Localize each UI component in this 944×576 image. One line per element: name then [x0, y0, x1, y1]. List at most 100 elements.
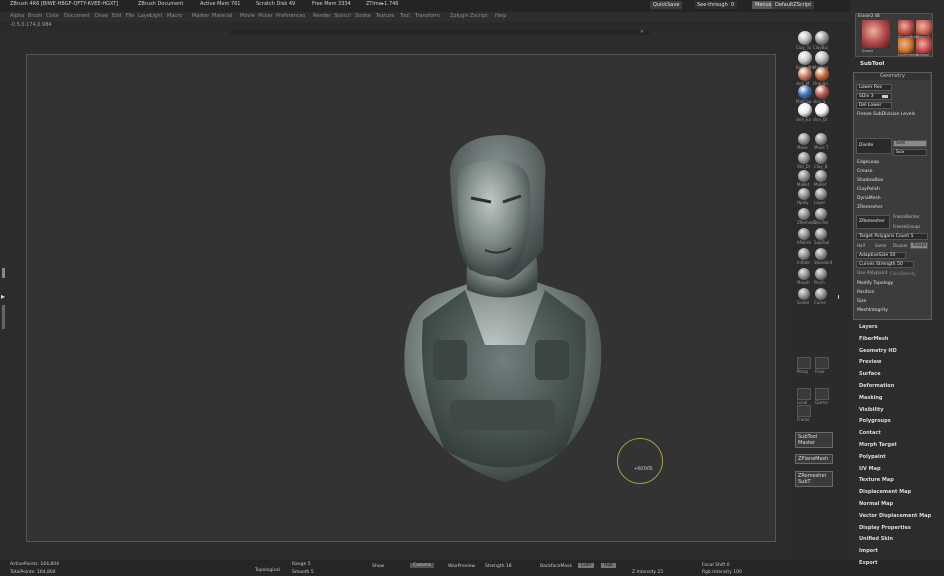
tool-thumb-eraser[interactable]: [862, 20, 890, 48]
close-icon[interactable]: ✕: [640, 29, 644, 35]
material-skin-m-4[interactable]: [798, 67, 812, 81]
freeze-border-toggle[interactable]: FreezeBorder: [893, 214, 919, 219]
lower-res-button[interactable]: Lower Res: [856, 84, 892, 91]
brush-dectex-9[interactable]: [815, 208, 827, 220]
brush-subtool-11[interactable]: [815, 228, 827, 240]
focal-shift-slider[interactable]: Focal Shift 0: [702, 563, 730, 568]
meshintegrity-subpalette[interactable]: MeshIntegrity: [857, 308, 888, 313]
position-subpalette[interactable]: Position: [857, 290, 875, 295]
menu-draw[interactable]: Draw: [95, 13, 108, 19]
section-polygroups[interactable]: Polygroups: [859, 418, 891, 424]
menu-file[interactable]: File: [126, 13, 134, 19]
crease-subpalette[interactable]: Crease: [857, 169, 873, 174]
freeze-groups-toggle[interactable]: FreezeGroups: [893, 224, 920, 229]
tool-thumb-subtool[interactable]: [916, 38, 932, 53]
material-clay-tu-0[interactable]: [798, 31, 812, 45]
material-basic-ma-2[interactable]: [798, 51, 812, 65]
menu-zscript[interactable]: Zscript: [470, 13, 487, 19]
curves-strength-slider[interactable]: Curves Strength 50: [856, 261, 914, 268]
menu-color[interactable]: Color: [46, 13, 59, 19]
brush-zremesh-8[interactable]: [798, 208, 810, 220]
range-slider[interactable]: Range 5: [292, 562, 311, 567]
material-claybui-1[interactable]: [815, 31, 829, 45]
left-tray-handle-lower[interactable]: [2, 305, 5, 329]
material-orange-5[interactable]: [815, 67, 829, 81]
tool-thumb-eraser2[interactable]: [916, 20, 932, 35]
adapt-toggle[interactable]: Adapt: [910, 242, 928, 249]
zplanemesh-button[interactable]: ZPlaneMesh: [795, 454, 833, 464]
brush-mallet-4[interactable]: [798, 170, 810, 182]
section-vector-displacement-map[interactable]: Vector Displacement Map: [859, 513, 931, 519]
section-layers[interactable]: Layers: [859, 324, 878, 330]
strength-slider[interactable]: Strength 18: [485, 564, 512, 569]
menu-marker[interactable]: Marker: [192, 13, 209, 19]
section-preview[interactable]: Preview: [859, 359, 882, 365]
section-display-properties[interactable]: Display Properties: [859, 525, 911, 531]
smooth-slider[interactable]: Smooth 5: [292, 570, 314, 575]
double-button[interactable]: Double: [893, 243, 907, 248]
menu-zplugin[interactable]: Zplugin: [450, 13, 469, 19]
menu-stroke[interactable]: Stroke: [355, 13, 371, 19]
half-button[interactable]: Half: [857, 243, 865, 248]
tool-thumb-simplebrush[interactable]: [898, 20, 914, 35]
section-polypaint[interactable]: Polypaint: [859, 454, 886, 460]
claypolish-subpalette[interactable]: ClayPolish: [857, 187, 880, 192]
rgb-button[interactable]: Rgb: [601, 563, 616, 568]
frame-button[interactable]: [797, 405, 811, 417]
sculpt-bust-model[interactable]: [395, 130, 615, 490]
section-visibility[interactable]: Visibility: [859, 407, 884, 413]
section-displacement-map[interactable]: Displacement Map: [859, 489, 911, 495]
section-normal-map[interactable]: Normal Map: [859, 501, 893, 507]
zremesher-button[interactable]: ZRemesher: [856, 215, 890, 229]
brush-inflate-12[interactable]: [798, 248, 810, 260]
menu-stencil[interactable]: Stencil: [334, 13, 351, 19]
left-tray-arrow-icon[interactable]: ▸: [1, 292, 5, 301]
brush-morph-14[interactable]: [798, 268, 810, 280]
subtool-header[interactable]: SubTool: [860, 61, 884, 67]
material-matcap-3[interactable]: [815, 51, 829, 65]
wax-preview-toggle[interactable]: WaxPreview: [448, 564, 475, 569]
left-tray-handle[interactable]: [2, 268, 5, 278]
menu-help[interactable]: Help: [495, 13, 506, 19]
zremesher-subt-button[interactable]: ZRemesher SubT: [795, 471, 833, 487]
brush-std-dr-2[interactable]: [798, 152, 810, 164]
menu-render[interactable]: Render: [313, 13, 331, 19]
default-zscript-button[interactable]: DefaultZScript: [772, 1, 815, 9]
brush-pinch-15[interactable]: [815, 268, 827, 280]
z-intensity-slider[interactable]: Z Intensity 25: [632, 570, 663, 575]
target-polygons-slider[interactable]: Target Polygons Count 5: [856, 233, 928, 240]
section-morph-target[interactable]: Morph Target: [859, 442, 897, 448]
section-import[interactable]: Import: [859, 548, 878, 554]
material-skin-dr-9[interactable]: [815, 103, 829, 117]
subtool-master-button[interactable]: SubTool Master: [795, 432, 833, 448]
section-masking[interactable]: Masking: [859, 395, 883, 401]
edgeloop-subpalette[interactable]: EdgeLoop: [857, 160, 879, 165]
section-surface[interactable]: Surface: [859, 371, 881, 377]
smt-toggle[interactable]: Smt: [893, 140, 927, 147]
material-skin-s-7[interactable]: [815, 85, 829, 99]
size-subpalette[interactable]: Size: [857, 299, 866, 304]
same-button[interactable]: Same: [875, 243, 886, 248]
brush-curve-17[interactable]: [815, 288, 827, 300]
del-lower-button[interactable]: Del Lower: [856, 102, 892, 109]
dynamesh-subpalette[interactable]: DynaMesh: [857, 196, 881, 201]
brush-clay-b-3[interactable]: [815, 152, 827, 164]
brush-mallet-5[interactable]: [815, 170, 827, 182]
material-matcap-6[interactable]: [798, 85, 812, 99]
tool-thumb-lineremesh[interactable]: [898, 38, 914, 53]
section-unified-skin[interactable]: Unified Skin: [859, 536, 893, 542]
menu-tool[interactable]: Tool: [400, 13, 410, 19]
brush-hpoly-6[interactable]: [798, 188, 810, 200]
menus-button[interactable]: Menus: [752, 1, 775, 9]
suv-toggle[interactable]: Suv: [893, 149, 927, 156]
cold-button[interactable]: Cold: [578, 563, 595, 568]
section-fibermesh[interactable]: FiberMesh: [859, 336, 888, 342]
section-geometry-hd[interactable]: Geometry HD: [859, 348, 897, 354]
menu-picker[interactable]: Picker: [258, 13, 273, 19]
gizmo-button[interactable]: [815, 388, 829, 400]
menu-edit[interactable]: Edit: [112, 13, 122, 19]
menu-preferences[interactable]: Preferences: [276, 13, 305, 19]
brush-snake-16[interactable]: [798, 288, 810, 300]
material-skin-ex-8[interactable]: [798, 103, 812, 117]
quicksave-button[interactable]: QuickSave: [650, 1, 683, 9]
